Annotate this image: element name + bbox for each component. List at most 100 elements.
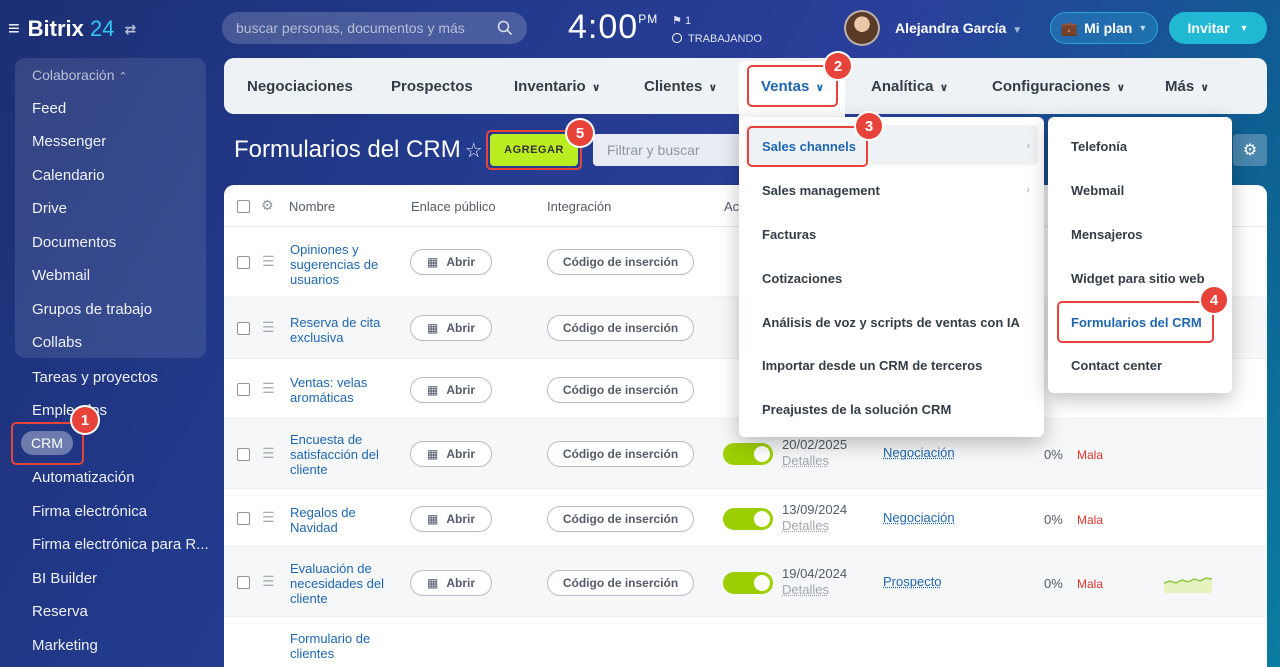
sidebar-item-automation[interactable]: Automatización (32, 469, 135, 486)
column-integration[interactable]: Integración (547, 199, 611, 214)
drag-handle-icon[interactable]: ☰ (262, 253, 275, 270)
tab-leads[interactable]: Prospectos (391, 78, 473, 95)
app-logo[interactable]: ≡ Bitrix 24 ⇄ (8, 16, 136, 42)
sidebar-item-workgroups[interactable]: Grupos de trabajo (32, 301, 152, 318)
sidebar-item-esign-hr[interactable]: Firma electrónica para R... (32, 536, 209, 553)
embed-code-button[interactable]: Código de inserción (547, 315, 694, 341)
sidebar-item-messenger[interactable]: Messenger (32, 133, 106, 150)
menu-item-contact-center[interactable]: Contact center (1071, 358, 1162, 373)
active-toggle[interactable] (723, 572, 773, 594)
chevron-down-icon: ▼ (1012, 25, 1023, 36)
menu-item-crm-presets[interactable]: Preajustes de la solución CRM (762, 402, 951, 417)
form-name-link[interactable]: Encuesta de satisfacción del cliente (290, 432, 386, 477)
form-name-link[interactable]: Ventas: velas aromáticas (290, 375, 386, 405)
open-link-button[interactable]: ▦ Abrir (410, 441, 492, 467)
filter-search-input[interactable]: Filtrar y buscar (593, 134, 743, 166)
stage-link[interactable]: Negociación (883, 510, 955, 525)
sidebar-item-feed[interactable]: Feed (32, 100, 66, 117)
stage-link[interactable]: Prospecto (883, 574, 942, 589)
gear-icon[interactable]: ⚙ (261, 197, 274, 214)
drag-handle-icon[interactable]: ☰ (262, 509, 275, 526)
embed-code-button[interactable]: Código de inserción (547, 249, 694, 275)
drag-handle-icon[interactable]: ☰ (262, 445, 275, 462)
form-name-link[interactable]: Formulario de clientes (290, 631, 386, 661)
plan-button[interactable]: 💼 Mi plan ▼ (1050, 12, 1158, 44)
invite-button[interactable]: Invitar ▼ (1169, 12, 1267, 44)
menu-item-webmail[interactable]: Webmail (1071, 183, 1124, 198)
active-toggle[interactable] (723, 443, 773, 465)
tab-clients[interactable]: Clientes ∨ (644, 78, 717, 95)
menu-item-quotes[interactable]: Cotizaciones (762, 271, 842, 286)
sidebar-item-calendar[interactable]: Calendario (32, 167, 105, 184)
swap-icon[interactable]: ⇄ (125, 21, 137, 38)
row-checkbox[interactable] (237, 576, 250, 589)
clock[interactable]: 4:00PM (568, 8, 658, 47)
menu-item-ai-scripts[interactable]: Análisis de voz y scripts de ventas con … (762, 315, 1020, 330)
drag-handle-icon[interactable]: ☰ (262, 319, 275, 336)
menu-item-messengers[interactable]: Mensajeros (1071, 227, 1143, 242)
details-link[interactable]: Detalles (782, 582, 847, 598)
column-public-link[interactable]: Enlace público (411, 199, 496, 214)
conversion-percent: 0% (1044, 576, 1063, 591)
row-checkbox[interactable] (237, 322, 250, 335)
tab-settings[interactable]: Configuraciones ∨ (992, 78, 1125, 95)
form-name-link[interactable]: Regalos de Navidad (290, 505, 386, 535)
select-all-checkbox[interactable] (237, 200, 250, 213)
row-checkbox[interactable] (237, 512, 250, 525)
sidebar-item-tasks[interactable]: Tareas y proyectos (32, 369, 158, 386)
sidebar-group-header[interactable]: Colaboración ⌃ (32, 67, 128, 83)
menu-item-import-crm[interactable]: Importar desde un CRM de terceros (762, 358, 982, 373)
created-date: 19/04/2024 Detalles (782, 566, 848, 598)
embed-code-button[interactable]: Código de inserción (547, 570, 694, 596)
sidebar-item-drive[interactable]: Drive (32, 200, 67, 217)
embed-code-button[interactable]: Código de inserción (547, 506, 694, 532)
embed-code-button[interactable]: Código de inserción (547, 377, 694, 403)
row-checkbox[interactable] (237, 448, 250, 461)
row-checkbox[interactable] (237, 256, 250, 269)
form-name-link[interactable]: Evaluación de necesidades del cliente (290, 561, 386, 606)
open-link-button[interactable]: ▦ Abrir (410, 315, 492, 341)
open-link-button[interactable]: ▦ Abrir (410, 506, 492, 532)
gear-icon[interactable]: ⚙ (1233, 134, 1267, 166)
created-date: 13/09/2024 Detalles (782, 502, 848, 534)
user-menu[interactable]: Alejandra García ▼ (895, 20, 1022, 36)
details-link[interactable]: Detalles (782, 518, 847, 534)
sidebar-item-collabs[interactable]: Collabs (32, 334, 82, 351)
active-toggle[interactable] (723, 508, 773, 530)
tab-inventory[interactable]: Inventario ∨ (514, 78, 601, 95)
stage-link[interactable]: Negociación (883, 445, 955, 460)
drag-handle-icon[interactable]: ☰ (262, 380, 275, 397)
form-name-link[interactable]: Opiniones y sugerencias de usuarios (290, 242, 386, 287)
open-link-button[interactable]: ▦ Abrir (410, 570, 492, 596)
global-search[interactable]: buscar personas, documentos y más (222, 12, 527, 44)
callout-highlight-crm-forms (1057, 301, 1214, 343)
open-link-button[interactable]: ▦ Abrir (410, 377, 492, 403)
hamburger-icon[interactable]: ≡ (8, 18, 20, 41)
sidebar-item-bi-builder[interactable]: BI Builder (32, 570, 97, 587)
column-active[interactable]: Ac (724, 199, 739, 214)
sidebar-item-esign[interactable]: Firma electrónica (32, 503, 147, 520)
search-input[interactable]: buscar personas, documentos y más (236, 20, 465, 36)
tab-more[interactable]: Más ∨ (1165, 78, 1209, 95)
sidebar-item-booking[interactable]: Reserva (32, 603, 88, 620)
form-name-link[interactable]: Reserva de cita exclusiva (290, 315, 386, 345)
sidebar-item-marketing[interactable]: Marketing (32, 637, 98, 654)
avatar[interactable] (844, 10, 880, 46)
drag-handle-icon[interactable]: ☰ (262, 573, 275, 590)
table-row: ☰ Regalos de Navidad ▦ Abrir Código de in… (224, 489, 1267, 547)
tab-deals[interactable]: Negociaciones (247, 78, 353, 95)
column-name[interactable]: Nombre (289, 199, 335, 214)
menu-item-sales-management[interactable]: Sales management (762, 183, 880, 198)
details-link[interactable]: Detalles (782, 453, 847, 469)
sidebar-item-webmail[interactable]: Webmail (32, 267, 90, 284)
work-status[interactable]: ⚑ 1 TRABAJANDO (672, 12, 762, 48)
star-icon[interactable]: ☆ (465, 140, 483, 162)
tab-analytics[interactable]: Analítica ∨ (871, 78, 948, 95)
menu-item-telephony[interactable]: Telefonía (1071, 139, 1127, 154)
menu-item-invoices[interactable]: Facturas (762, 227, 816, 242)
sidebar-item-documents[interactable]: Documentos (32, 234, 116, 251)
open-link-button[interactable]: ▦ Abrir (410, 249, 492, 275)
menu-item-website-widget[interactable]: Widget para sitio web (1071, 271, 1205, 286)
row-checkbox[interactable] (237, 383, 250, 396)
embed-code-button[interactable]: Código de inserción (547, 441, 694, 467)
